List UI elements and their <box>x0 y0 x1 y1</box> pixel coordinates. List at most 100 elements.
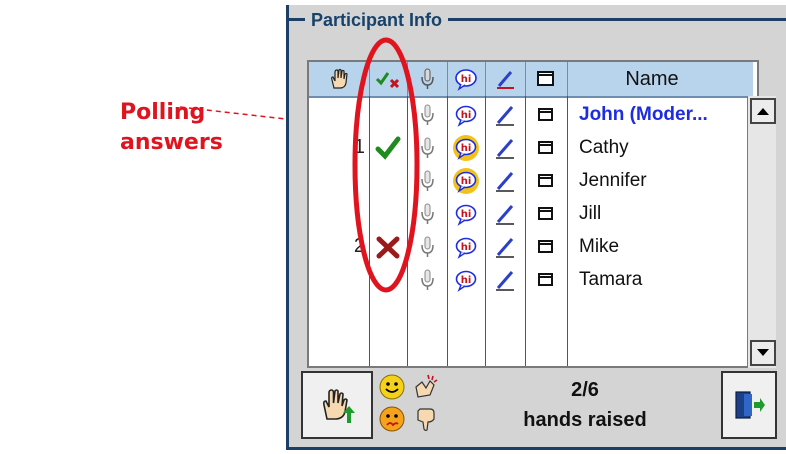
chat-hi-icon: hi <box>453 167 479 194</box>
poll-answer-cell <box>369 197 407 230</box>
chat-cell[interactable]: hi <box>447 197 485 230</box>
pen-icon <box>496 171 514 192</box>
draw-cell[interactable] <box>485 164 525 197</box>
col-window-header[interactable] <box>525 62 568 96</box>
thumbs-down-emotion-button[interactable] <box>412 405 440 438</box>
mic-cell[interactable] <box>407 131 447 164</box>
window-cell[interactable] <box>525 131 567 164</box>
raise-hand-button[interactable] <box>301 371 373 439</box>
col-mic-header[interactable] <box>407 62 448 96</box>
draw-cell[interactable] <box>485 131 525 164</box>
participant-name[interactable]: Mike <box>579 230 619 263</box>
x-mark-icon <box>376 236 400 258</box>
hand-raise-cell <box>309 197 369 230</box>
draw-cell[interactable] <box>485 230 525 263</box>
participant-row[interactable]: 2 hi Mike <box>309 230 749 263</box>
col-hand-header[interactable] <box>309 62 370 96</box>
participant-row[interactable]: hi Tamara <box>309 263 749 296</box>
svg-text:hi: hi <box>461 110 472 121</box>
chat-cell[interactable]: hi <box>447 263 485 296</box>
chat-cell[interactable]: hi <box>447 230 485 263</box>
hands-raised-status: 2/6 hands raised <box>455 373 715 437</box>
mic-cell[interactable] <box>407 197 447 230</box>
pen-icon <box>496 138 514 159</box>
chat-cell[interactable]: hi <box>447 164 485 197</box>
participant-list: hi Name hi John (Moder... 1 hi Cathy hi … <box>307 60 776 368</box>
confused-face-icon <box>379 406 405 432</box>
participant-row[interactable]: 1 hi Cathy <box>309 131 749 164</box>
scroll-down-button[interactable] <box>750 340 776 366</box>
hands-raised-count: 2/6 <box>571 379 599 401</box>
chat-cell[interactable]: hi <box>447 131 485 164</box>
window-cell[interactable] <box>525 230 567 263</box>
pen-icon <box>497 71 514 89</box>
svg-text:hi: hi <box>461 74 472 85</box>
mic-cell[interactable] <box>407 263 447 296</box>
window-cell[interactable] <box>525 263 567 296</box>
poll-answer-cell <box>369 131 407 164</box>
hand-raise-cell: 1 <box>309 131 369 164</box>
svg-text:hi: hi <box>461 143 472 154</box>
chat-hi-icon: hi <box>455 270 477 292</box>
hand-raise-order: 1 <box>353 136 365 158</box>
col-name-header[interactable]: Name <box>567 62 737 96</box>
chat-hi-icon: hi <box>455 69 477 91</box>
participant-row[interactable]: hi Jill <box>309 197 749 230</box>
draw-cell[interactable] <box>485 197 525 230</box>
window-cell[interactable] <box>525 164 567 197</box>
window-icon <box>538 272 553 286</box>
col-chat-header[interactable]: hi <box>447 62 486 96</box>
draw-cell[interactable] <box>485 263 525 296</box>
participant-name[interactable]: John (Moder... <box>579 98 708 131</box>
raised-hand-icon <box>331 68 348 89</box>
thumbs-down-icon <box>417 408 435 431</box>
participant-name[interactable]: Jill <box>579 197 601 230</box>
col-poll-header[interactable] <box>369 62 408 96</box>
confused-emotion-button[interactable] <box>378 405 406 438</box>
exit-meeting-button[interactable] <box>721 371 777 439</box>
draw-cell[interactable] <box>485 98 525 131</box>
pen-icon <box>496 270 514 291</box>
window-icon <box>538 107 553 121</box>
participant-list-scrollbar[interactable] <box>747 96 776 368</box>
svg-text:hi: hi <box>461 209 472 220</box>
poll-answer-cell <box>369 98 407 131</box>
poll-check-x-icon <box>375 72 400 89</box>
scroll-up-button[interactable] <box>750 98 776 124</box>
mic-cell[interactable] <box>407 230 447 263</box>
window-cell[interactable] <box>525 98 567 131</box>
pen-icon <box>496 237 514 258</box>
pen-icon <box>496 105 514 126</box>
participant-row[interactable]: hi Jennifer <box>309 164 749 197</box>
poll-answer-cell <box>369 263 407 296</box>
chat-hi-icon: hi <box>455 204 477 226</box>
mic-cell[interactable] <box>407 98 447 131</box>
microphone-icon <box>421 104 434 125</box>
smiley-icon <box>379 374 405 400</box>
exit-door-icon <box>735 391 765 419</box>
hand-raise-cell <box>309 164 369 197</box>
applause-emotion-button[interactable] <box>412 373 440 406</box>
window-cell[interactable] <box>525 197 567 230</box>
smile-emotion-button[interactable] <box>378 373 406 406</box>
chat-hi-icon: hi <box>455 105 477 127</box>
microphone-icon <box>421 68 434 89</box>
participant-row[interactable]: hi John (Moder... <box>309 98 749 131</box>
participant-name[interactable]: Cathy <box>579 131 629 164</box>
window-icon <box>538 140 553 154</box>
col-draw-header[interactable] <box>485 62 526 96</box>
mic-cell[interactable] <box>407 164 447 197</box>
window-icon <box>538 239 553 253</box>
hand-raise-cell <box>309 98 369 131</box>
participant-name[interactable]: Jennifer <box>579 164 647 197</box>
chat-hi-icon: hi <box>453 134 479 161</box>
chat-cell[interactable]: hi <box>447 98 485 131</box>
window-icon <box>538 173 553 187</box>
svg-text:hi: hi <box>461 275 472 286</box>
participant-info-panel: Participant Info hi Name hi John (Moder.… <box>286 5 786 450</box>
poll-answer-cell <box>369 164 407 197</box>
arrow-down-icon <box>757 349 769 356</box>
microphone-icon <box>421 137 434 158</box>
participant-list-header: hi Name <box>309 62 753 98</box>
participant-name[interactable]: Tamara <box>579 263 642 296</box>
